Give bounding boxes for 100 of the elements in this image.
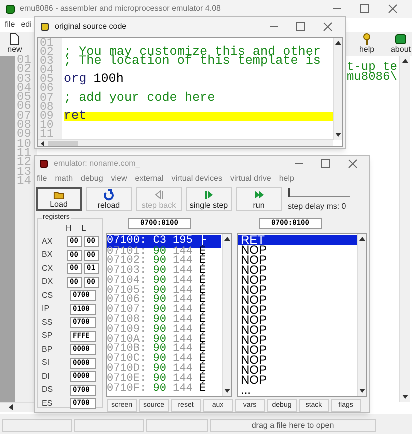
- register-label: IP: [42, 303, 51, 315]
- reload-icon: [103, 188, 115, 200]
- status-panel: [2, 418, 72, 432]
- horizontal-scrollbar[interactable]: [0, 402, 34, 412]
- close-icon: [388, 4, 398, 14]
- app-icon: [6, 4, 15, 14]
- column-header: H: [66, 223, 72, 235]
- line-number: 11: [17, 148, 32, 158]
- step-delay-slider[interactable]: [288, 187, 350, 197]
- line-number: 06: [40, 84, 55, 94]
- vertical-scrollbar[interactable]: [333, 38, 342, 140]
- line-number: 10: [40, 120, 55, 130]
- line-number: 14: [17, 176, 32, 186]
- scroll-down-icon: [335, 132, 342, 138]
- run-icon: [253, 188, 265, 200]
- line-number: 04: [17, 84, 32, 94]
- disassembly-row[interactable]: NOP: [238, 265, 357, 275]
- maximize-icon: [296, 22, 306, 32]
- menu-item[interactable]: file: [37, 173, 48, 185]
- scroll-down-icon: [402, 394, 408, 400]
- line-number: 07: [40, 94, 55, 103]
- register-label: DI: [42, 370, 51, 382]
- disassembly-row[interactable]: NOP: [238, 315, 357, 325]
- toolbar-button[interactable]: Load: [36, 187, 82, 211]
- disassembly-row[interactable]: RET: [238, 235, 357, 245]
- scroll-left-icon: [8, 404, 14, 411]
- register-label: CX: [42, 262, 54, 274]
- status-panel: [146, 418, 208, 432]
- toolbar-button[interactable]: single step: [186, 187, 232, 211]
- disassembly-list[interactable]: RET NOP NOP NOP NOP NOP NOP NOP NOP NOP NOP NOP NOP NOP NOP ...: [237, 233, 367, 397]
- disassembly-row[interactable]: NOP: [238, 285, 357, 295]
- line-number: 04: [40, 66, 55, 76]
- scroll-left-icon: [40, 140, 45, 146]
- vertical-scrollbar[interactable]: [222, 234, 231, 396]
- code-line: ; The location of this template is: [64, 57, 322, 66]
- scroll-thumb[interactable]: [48, 140, 78, 146]
- disassembly-row[interactable]: NOP: [238, 245, 357, 255]
- vertical-scrollbar[interactable]: [399, 56, 410, 402]
- disassembly-row[interactable]: NOP: [238, 305, 357, 315]
- register-label: BX: [42, 249, 54, 261]
- menu-item[interactable]: help: [279, 173, 294, 185]
- line-number: 06: [17, 102, 32, 112]
- line-number: 12: [17, 158, 32, 168]
- menu-item[interactable]: file: [5, 19, 16, 31]
- vertical-scrollbar[interactable]: [357, 234, 366, 396]
- toolbar-button[interactable]: help: [354, 33, 380, 55]
- code-line: ; add your code here: [64, 94, 216, 103]
- disassembly-row[interactable]: NOP: [238, 345, 357, 355]
- register-label: BP: [42, 344, 54, 356]
- scroll-up-icon: [224, 236, 230, 242]
- disassembly-row[interactable]: NOP: [238, 375, 357, 385]
- line-number: 09: [17, 130, 32, 140]
- line-number: 10: [17, 140, 32, 149]
- line-number: 13: [17, 168, 32, 177]
- register-label: ES: [42, 398, 54, 410]
- disassembly-row[interactable]: NOP: [238, 365, 357, 375]
- disassembly-row[interactable]: NOP: [238, 295, 357, 305]
- register-label: AX: [42, 236, 54, 248]
- help-icon: [361, 33, 373, 45]
- menu-item[interactable]: virtual devices: [172, 173, 222, 185]
- app-icon: [40, 160, 48, 168]
- disassembly-row[interactable]: NOP: [238, 355, 357, 365]
- code-text: mu8086\: [347, 72, 398, 82]
- memory-list[interactable]: [106, 233, 232, 397]
- disassembly-row[interactable]: NOP: [238, 275, 357, 285]
- disassembly-row[interactable]: NOP: [238, 325, 357, 335]
- disassembly-row[interactable]: NOP: [238, 255, 357, 265]
- register-label: SP: [42, 330, 54, 342]
- load-icon: [53, 189, 65, 200]
- line-number: 05: [17, 93, 32, 102]
- single-step-icon: [203, 188, 215, 200]
- line-number: 02: [40, 48, 55, 58]
- scroll-up-icon: [358, 236, 366, 242]
- window-title: emu8086 - assembler and microprocessor emulator 4.08: [20, 3, 221, 15]
- window-title: emulator: noname.com_: [54, 158, 140, 170]
- toolbar-button[interactable]: new: [2, 33, 28, 55]
- disassembly-row[interactable]: NOP: [238, 335, 357, 345]
- line-number: 03: [40, 57, 55, 66]
- menu-item[interactable]: view: [111, 173, 128, 185]
- menu-item[interactable]: virtual drive: [230, 173, 272, 185]
- scroll-up-icon: [335, 40, 342, 46]
- line-number: 07: [17, 112, 32, 122]
- disassembly-row[interactable]: ...: [238, 385, 357, 395]
- register-label: SI: [42, 357, 51, 369]
- menu-item[interactable]: debug: [81, 173, 104, 185]
- horizontal-scrollbar[interactable]: [38, 139, 333, 146]
- menu-item[interactable]: external: [135, 173, 164, 185]
- line-number: 02: [17, 65, 32, 75]
- close-icon: [323, 22, 333, 32]
- register-label: CS: [42, 290, 54, 302]
- scroll-down-icon: [358, 388, 366, 394]
- toolbar-button[interactable]: about: [388, 33, 412, 55]
- line-number: 08: [17, 121, 32, 130]
- maximize-icon: [360, 4, 370, 14]
- toolbar-button[interactable]: run: [236, 187, 282, 211]
- menu-item[interactable]: math: [55, 173, 74, 185]
- toolbar-button[interactable]: reload: [86, 187, 132, 211]
- app-icon: [41, 23, 49, 31]
- close-icon: [348, 159, 358, 169]
- menu-item[interactable]: edi: [21, 19, 32, 31]
